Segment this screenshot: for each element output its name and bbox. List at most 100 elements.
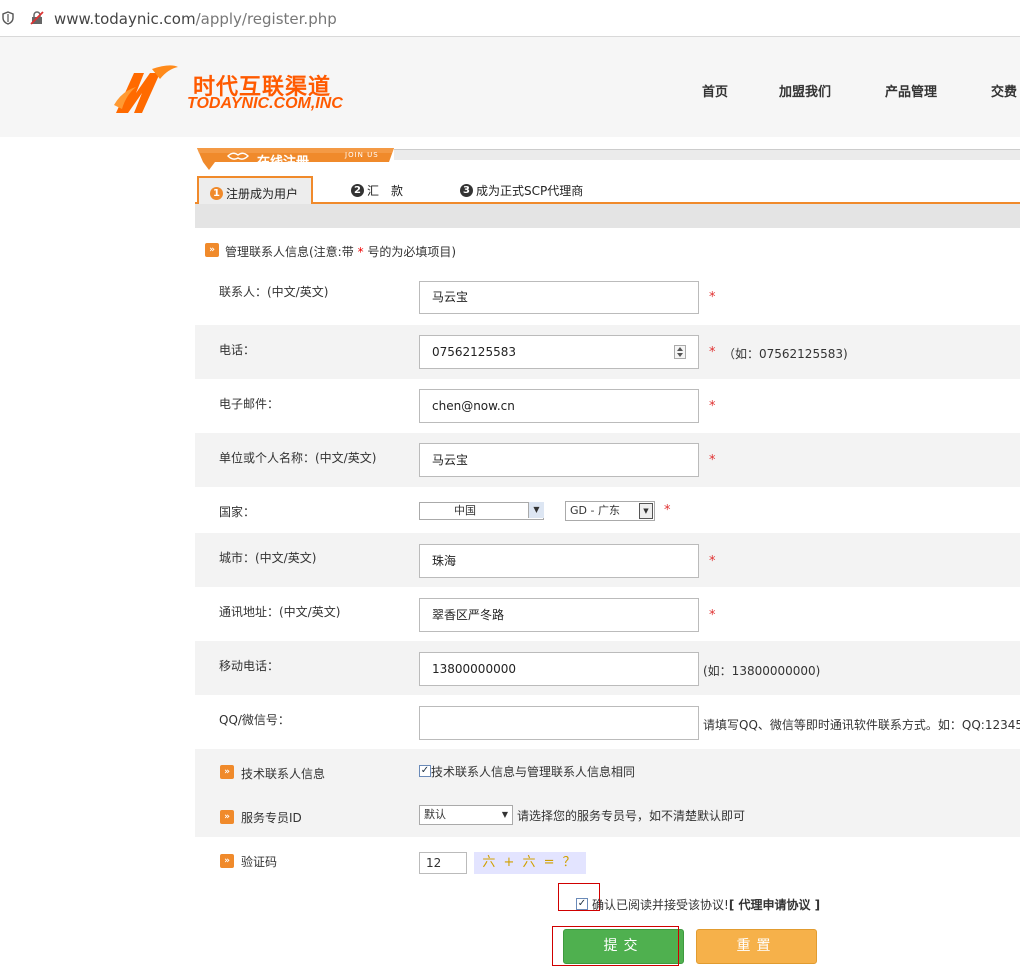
phone-required-star: * (709, 345, 716, 360)
phone-hint: （如：07562125583) (723, 347, 848, 361)
section-title-after: 号的为必填项目) (367, 245, 457, 259)
captcha-label: 验证码 (241, 855, 278, 869)
row-country: 国家： 中国 ▼ GD - 广东 ▼ * (195, 487, 1020, 533)
mobile-hint: (如：13800000000) (703, 664, 821, 678)
step-divider (195, 202, 1020, 204)
country-label: 国家： (219, 505, 256, 519)
agreement-statement: 确认已阅读并接受该协议! (592, 898, 729, 912)
row-tech-service: » 技术联系人信息 ✓ 技术联系人信息与管理联系人信息相同 » 服务专员ID 默… (195, 749, 1020, 837)
country-select[interactable]: 中国 ▼ (419, 502, 544, 520)
insecure-lock-icon[interactable] (30, 11, 44, 25)
title-divider (394, 149, 1020, 160)
address-required-star: * (709, 608, 716, 623)
row-contact: 联系人：(中文/英文) 马云宝 * (195, 271, 1020, 325)
title-tab-sub: JOIN US (345, 151, 379, 159)
step-3-scp: 3 成为正式SCP代理商 (460, 182, 583, 199)
row-org: 单位或个人名称：(中文/英文) 马云宝 * (195, 433, 1020, 487)
qq-hint: 请填写QQ、微信等即时通讯软件联系方式。如：QQ:12345 (703, 718, 1020, 732)
step-2-number: 2 (351, 184, 364, 197)
service-id-value: 默认 (424, 808, 446, 821)
nav-payment[interactable]: 交费 (991, 81, 1017, 100)
mobile-input[interactable]: 13800000000 (419, 652, 699, 686)
step-1-label: 注册成为用户 (226, 187, 299, 201)
double-chevron-icon: » (220, 765, 234, 779)
logo-english-text: TODAYNIC.COM,INC (187, 95, 343, 112)
double-chevron-icon: » (205, 243, 219, 257)
service-id-label: 服务专员ID (241, 811, 302, 825)
country-required-star: * (664, 503, 671, 518)
tech-contact-label: 技术联系人信息 (241, 767, 326, 781)
logo-mark-icon[interactable] (112, 61, 182, 117)
chevron-down-icon[interactable]: ▼ (528, 502, 544, 518)
title-tab: 在线注册 JOIN US (197, 148, 394, 170)
section-title-star: * (357, 245, 364, 259)
nav-join[interactable]: 加盟我们 (779, 81, 831, 100)
reset-button[interactable]: 重置 (696, 929, 817, 964)
row-email: 电子邮件： chen@now.cn * (195, 379, 1020, 433)
org-input[interactable]: 马云宝 (419, 443, 699, 477)
phone-input[interactable]: 07562125583 (419, 335, 699, 369)
url-text[interactable]: www.todaynic.com/apply/register.php (54, 10, 337, 28)
row-phone: 电话： 07562125583 * （如：07562125583) (195, 325, 1020, 379)
nav-products[interactable]: 产品管理 (885, 81, 937, 100)
row-address: 通讯地址：(中文/英文) 翠香区严冬路 * (195, 587, 1020, 641)
row-city: 城市：(中文/英文) 珠海 * (195, 533, 1020, 587)
chevron-down-icon[interactable]: ▼ (639, 503, 653, 519)
agreement-checkbox[interactable]: ✓ (576, 898, 588, 910)
site-header: 时代互联渠道 TODAYNIC.COM,INC 首页 加盟我们 产品管理 交费 (0, 37, 1020, 137)
step-1-register: 1 注册成为用户 (197, 176, 313, 204)
captcha-image[interactable]: 六 + 六 = ？ (474, 852, 586, 874)
captcha-input[interactable]: 12 (419, 852, 467, 874)
section-title: 管理联系人信息(注意:带 * 号的为必填项目) (225, 243, 456, 260)
agreement-link[interactable]: [ 代理申请协议 ] (729, 898, 820, 912)
handshake-icon (227, 152, 249, 160)
contact-label: 联系人：(中文/英文) (219, 285, 329, 299)
double-chevron-icon: » (220, 854, 234, 868)
contact-input[interactable]: 马云宝 (419, 281, 699, 314)
agreement-text: 确认已阅读并接受该协议![ 代理申请协议 ] (592, 896, 820, 913)
address-label: 通讯地址：(中文/英文) (219, 605, 341, 619)
step-bar-background (195, 203, 1020, 228)
phone-label: 电话： (219, 343, 256, 357)
email-label: 电子邮件： (219, 397, 280, 411)
mobile-label: 移动电话： (219, 659, 280, 673)
double-chevron-icon: » (220, 810, 234, 824)
section-title-before: 管理联系人信息(注意:带 (225, 245, 354, 259)
row-mobile: 移动电话： 13800000000 (如：13800000000) (195, 641, 1020, 695)
city-label: 城市：(中文/英文) (219, 551, 317, 565)
province-select[interactable]: GD - 广东 ▼ (565, 501, 655, 521)
url-host: www.todaynic.com (54, 10, 196, 28)
org-required-star: * (709, 453, 716, 468)
service-id-hint: 请选择您的服务专员号，如不清楚默认即可 (517, 809, 746, 823)
country-value: 中国 (454, 504, 476, 517)
nav-home[interactable]: 首页 (702, 81, 728, 100)
step-3-number: 3 (460, 184, 473, 197)
qq-label: QQ/微信号： (219, 713, 290, 727)
phone-value: 07562125583 (432, 345, 516, 359)
email-input[interactable]: chen@now.cn (419, 389, 699, 423)
address-bar[interactable]: www.todaynic.com/apply/register.php (0, 0, 1020, 37)
step-2-label: 汇 款 (367, 184, 404, 198)
highlight-box-submit (552, 926, 679, 966)
city-input[interactable]: 珠海 (419, 544, 699, 578)
province-value: GD - 广东 (570, 504, 620, 517)
email-required-star: * (709, 399, 716, 414)
shield-icon[interactable] (2, 11, 14, 25)
contact-required-star: * (709, 290, 716, 305)
tech-contact-checkbox-label[interactable]: 技术联系人信息与管理联系人信息相同 (431, 763, 635, 780)
step-1-number: 1 (210, 187, 223, 200)
chevron-down-icon[interactable]: ▼ (502, 806, 508, 824)
address-input[interactable]: 翠香区严冬路 (419, 598, 699, 632)
tech-contact-checkbox[interactable]: ✓ (419, 765, 431, 777)
row-qq: QQ/微信号： 请填写QQ、微信等即时通讯软件联系方式。如：QQ:12345 (195, 695, 1020, 749)
org-label: 单位或个人名称：(中文/英文) (219, 451, 377, 465)
service-id-select[interactable]: 默认 ▼ (419, 805, 513, 825)
step-bar: 1 注册成为用户 2汇 款 3 成为正式SCP代理商 (195, 176, 1020, 228)
number-spinner-icon[interactable] (674, 345, 686, 359)
step-3-label: 成为正式SCP代理商 (476, 184, 584, 198)
url-path: /apply/register.php (195, 10, 337, 28)
title-tab-label: 在线注册 (257, 155, 310, 170)
qq-input[interactable] (419, 706, 699, 740)
city-required-star: * (709, 554, 716, 569)
step-2-remit: 2汇 款 (351, 182, 403, 199)
